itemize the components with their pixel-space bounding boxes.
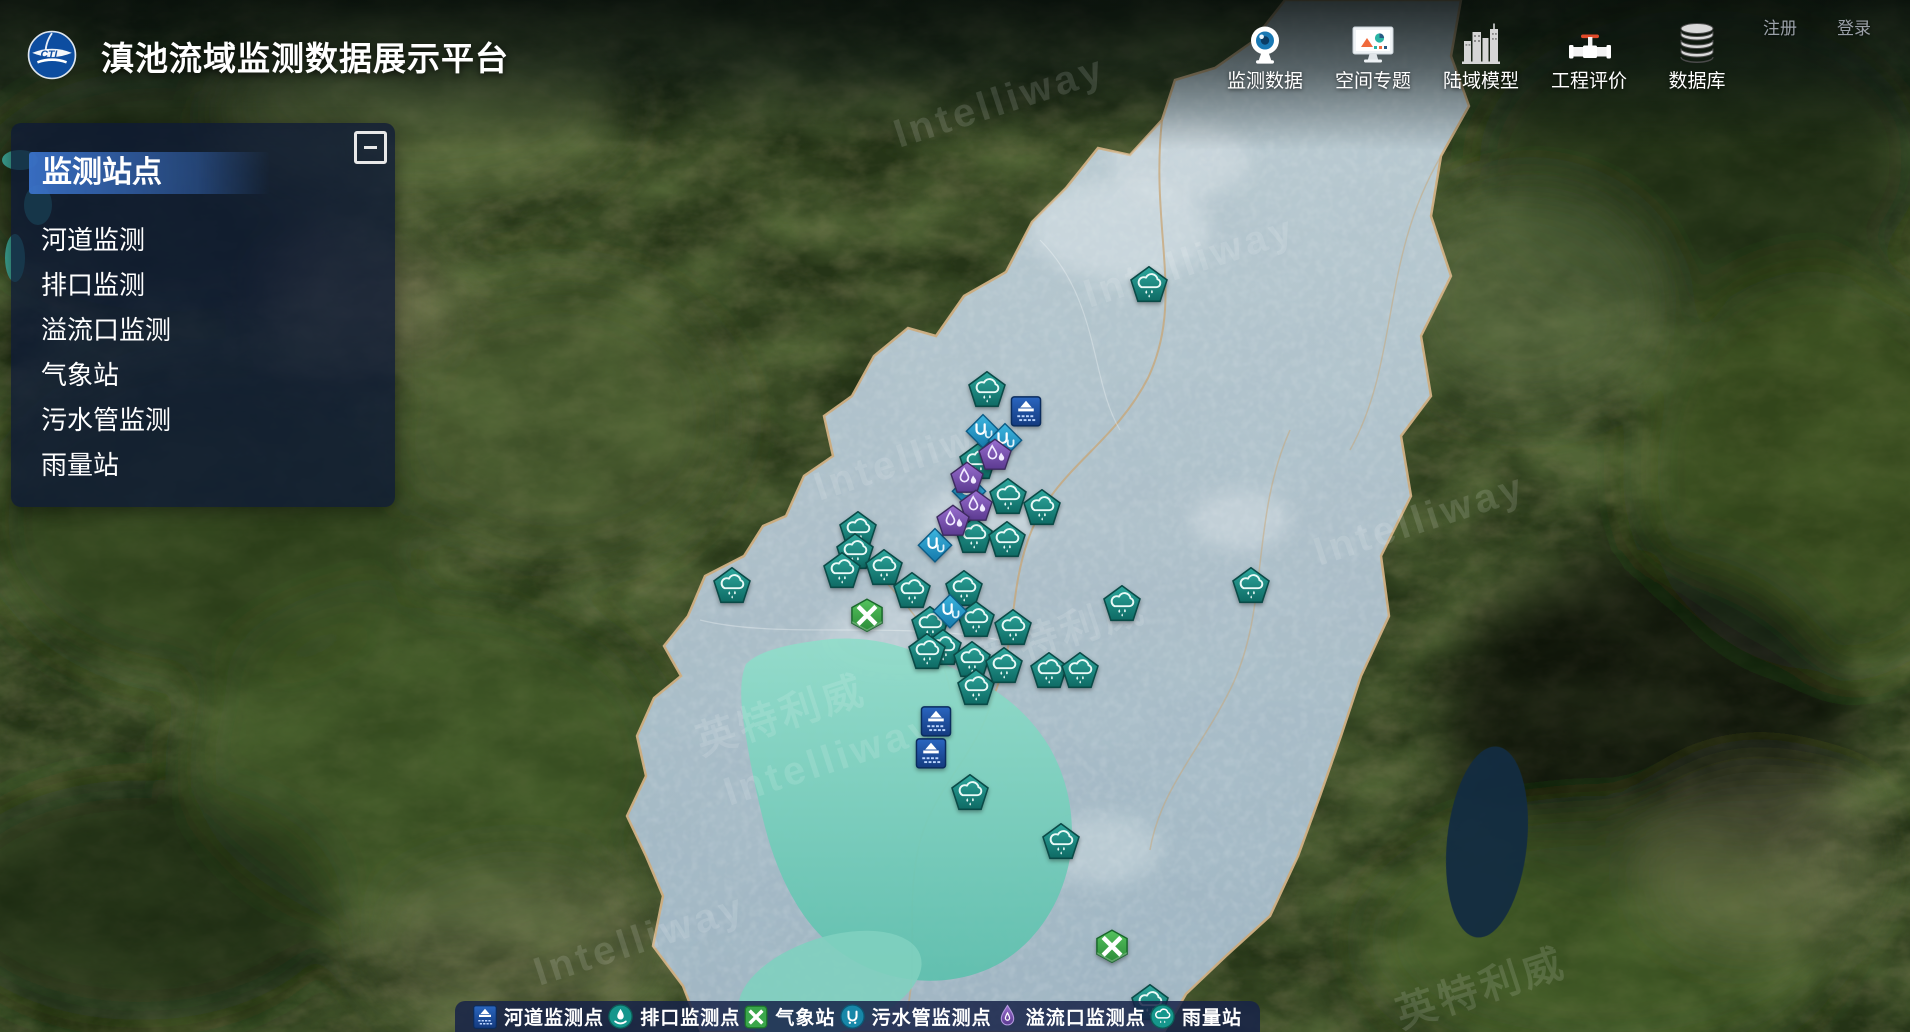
nav-item-land-model[interactable]: 陆域模型 — [1440, 5, 1522, 93]
weather-station-marker[interactable] — [850, 598, 885, 633]
buildings-icon — [1460, 5, 1502, 65]
outlet-legend-icon — [608, 1004, 633, 1029]
nav-item-project-eval[interactable]: 工程评价 — [1548, 5, 1630, 93]
rain-station-marker[interactable] — [1023, 489, 1062, 526]
legend-item-rain: 雨量站 — [1150, 1003, 1242, 1030]
legend-item-weather: 气象站 — [744, 1003, 835, 1030]
rain-station-marker[interactable] — [1232, 567, 1271, 604]
panel-item-outlet-monitoring[interactable]: 排口监测 — [11, 263, 395, 308]
overflow-station-marker[interactable] — [936, 504, 970, 536]
legend-item-sewage: 污水管监测点 — [840, 1003, 992, 1030]
page-title: 滇池流域监测数据展示平台 — [101, 32, 509, 80]
monitor-icon — [1350, 5, 1396, 65]
sewage-legend-icon — [840, 1004, 865, 1029]
river-station-marker[interactable] — [916, 738, 947, 769]
rain-station-marker[interactable] — [1042, 823, 1081, 860]
rain-station-marker[interactable] — [985, 647, 1024, 684]
monitoring-stations-panel: 监测站点 河道监测 排口监测 溢流口监测 气象站 污水管监测 雨量站 — [11, 123, 395, 507]
valve-icon — [1566, 5, 1612, 65]
login-link[interactable]: 登录 — [1837, 14, 1871, 39]
register-link[interactable]: 注册 — [1763, 14, 1797, 39]
nav-label: 陆域模型 — [1443, 66, 1519, 93]
rain-station-marker[interactable] — [1130, 266, 1169, 303]
panel-item-list: 河道监测 排口监测 溢流口监测 气象站 污水管监测 雨量站 — [11, 218, 395, 488]
rain-station-marker[interactable] — [713, 567, 752, 604]
top-nav: 监测数据 空间专题 — [1224, 5, 1738, 93]
rain-station-marker[interactable] — [951, 774, 990, 811]
weather-station-marker[interactable] — [1095, 929, 1130, 964]
panel-minimize-button[interactable] — [354, 131, 387, 164]
rain-station-marker[interactable] — [823, 552, 862, 589]
nav-item-monitor-data[interactable]: 监测数据 — [1224, 5, 1306, 93]
nav-label: 工程评价 — [1551, 66, 1627, 93]
header-bar: CTI 滇池流域监测数据展示平台 监测数据 — [0, 0, 1910, 95]
sewage-station-marker[interactable] — [932, 593, 969, 630]
overflow-legend-icon — [996, 1004, 1019, 1029]
panel-item-sewage-pipe-monitoring[interactable]: 污水管监测 — [11, 398, 395, 443]
map-legend-bar: 河道监测点 排口监测点 气象站 污水管监测点 溢流口监测点 雨量站 — [455, 1001, 1260, 1032]
rain-station-marker[interactable] — [908, 633, 947, 670]
nav-item-spatial-topics[interactable]: 空间专题 — [1332, 5, 1414, 93]
panel-title[interactable]: 监测站点 — [29, 152, 270, 194]
rain-station-marker[interactable] — [968, 371, 1007, 408]
nav-item-database[interactable]: 数据库 — [1656, 5, 1738, 93]
legend-item-river: 河道监测点 — [473, 1003, 604, 1030]
panel-item-river-monitoring[interactable]: 河道监测 — [11, 218, 395, 263]
weather-legend-icon — [744, 1005, 768, 1029]
minus-icon — [364, 146, 377, 150]
auth-links: 注册 登录 — [1763, 14, 1871, 39]
river-legend-icon — [473, 1005, 497, 1029]
rain-station-marker[interactable] — [994, 609, 1033, 646]
nav-label: 数据库 — [1668, 66, 1725, 93]
legend-item-overflow: 溢流口监测点 — [996, 1003, 1146, 1030]
panel-item-rain-station[interactable]: 雨量站 — [11, 443, 395, 488]
rain-station-marker[interactable] — [1061, 652, 1100, 689]
legend-item-outlet: 排口监测点 — [608, 1003, 740, 1030]
app-window: IntelliwayIntelliwayIntelliwayIntelliway… — [0, 0, 1910, 1032]
rain-station-marker[interactable] — [988, 521, 1027, 558]
rain-station-marker[interactable] — [893, 572, 932, 609]
webcam-icon — [1244, 5, 1286, 65]
company-logo: CTI — [27, 30, 77, 80]
panel-item-weather-station[interactable]: 气象站 — [11, 353, 395, 398]
svg-text:CTI: CTI — [41, 50, 59, 61]
nav-label: 空间专题 — [1335, 66, 1411, 93]
river-station-marker[interactable] — [921, 706, 952, 737]
rain-station-marker[interactable] — [1103, 585, 1142, 622]
panel-item-overflow-monitoring[interactable]: 溢流口监测 — [11, 308, 395, 353]
nav-label: 监测数据 — [1227, 66, 1303, 93]
database-icon — [1675, 5, 1719, 65]
rain-legend-icon — [1150, 1004, 1175, 1029]
